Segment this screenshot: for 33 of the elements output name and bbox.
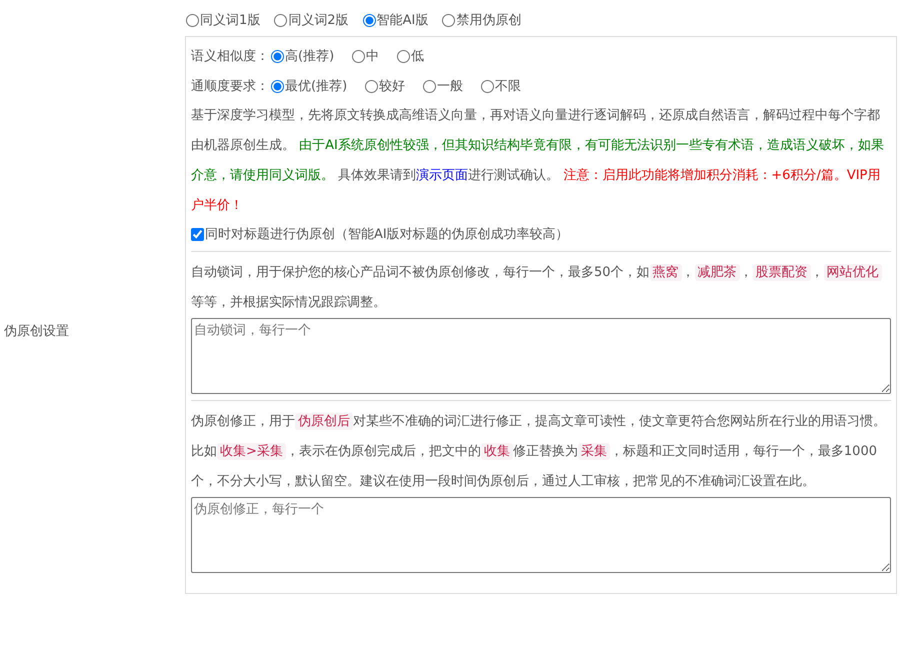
section-label: 伪原创设置	[4, 323, 69, 340]
mode-radio[interactable]	[442, 14, 456, 26]
fluency-radio[interactable]	[365, 80, 378, 92]
mode-radio[interactable]	[274, 14, 288, 26]
demo-link[interactable]: 演示页面	[416, 168, 468, 183]
checkbox-label: 同时对标题进行伪原创（智能AI版对标题的伪原创成功率较高）	[205, 226, 569, 243]
fluency-radio[interactable]	[271, 80, 284, 92]
fluency-label: 通顺度要求：	[191, 78, 269, 95]
option-label: 禁用伪原创	[456, 12, 522, 29]
similarity-radio[interactable]	[352, 50, 366, 62]
option-label: 高(推荐)	[285, 48, 334, 65]
option-label: 最优(推荐)	[285, 78, 348, 95]
mode-radio[interactable]	[362, 14, 376, 26]
option-label: 同义词2版	[288, 12, 349, 29]
description-text: 基于深度学习模型，先将原文转换成高维语义向量，再对语义向量进行逐词解码，还原成自然语言，解码过程中每个字都由机器原创生成。 由于AI系统原创性较强，但其知识结构毕竟有限，有可能无法识别一些专有术语，造成语义破坏，如果介意，请使用同义词版。 具体效果请到演示页面进行测试确认。 注意：启用此功能将增加积分消耗：+6积分/篇。VIP用户半价！	[191, 107, 885, 215]
title-checkbox[interactable]	[191, 228, 204, 240]
option-label: 较好	[379, 78, 406, 95]
mode-radio[interactable]	[186, 14, 199, 26]
correction-field[interactable]: 伪原创修正，每行一个	[191, 497, 891, 573]
option-label: 一般	[437, 78, 464, 95]
fluency-radio[interactable]	[481, 80, 494, 92]
option-label: 同义词1版	[200, 12, 260, 29]
similarity-radio[interactable]	[271, 50, 284, 62]
option-label: 智能AI版	[376, 12, 428, 29]
fluency-radio[interactable]	[423, 80, 436, 92]
correction-text: 伪原创修正，用于 伪原创后 对某些不准确的词汇进行修正，提高文章可读性，使文章更符合您网站所在行业的用语习惯。比如 收集>采集 ，表示在伪原创完成后，把文中的 收集 修正替换为 采集 ，标题和正文同时适用，每行一个，最多1000个，不分大小写，默认留空。建议在使用一段时间伪原创后，通过人工审核，把常见的不准确词汇设置在此。	[191, 412, 887, 491]
option-label: 中	[366, 48, 380, 65]
similarity-radio[interactable]	[397, 50, 410, 62]
lock-words-text: 自动锁词，用于保护您的核心产品词不被伪原创修改，每行一个，最多50个，如 燕窝 ， 减肥茶 ， 股票配资 ， 网站优化 等等，并根据实际情况跟踪调整。	[191, 258, 891, 318]
option-label: 低	[411, 48, 424, 65]
similarity-label: 语义相似度：	[191, 48, 269, 65]
lock-words-field[interactable]: 自动锁词，每行一个	[191, 318, 891, 394]
option-label: 不限	[495, 78, 522, 95]
